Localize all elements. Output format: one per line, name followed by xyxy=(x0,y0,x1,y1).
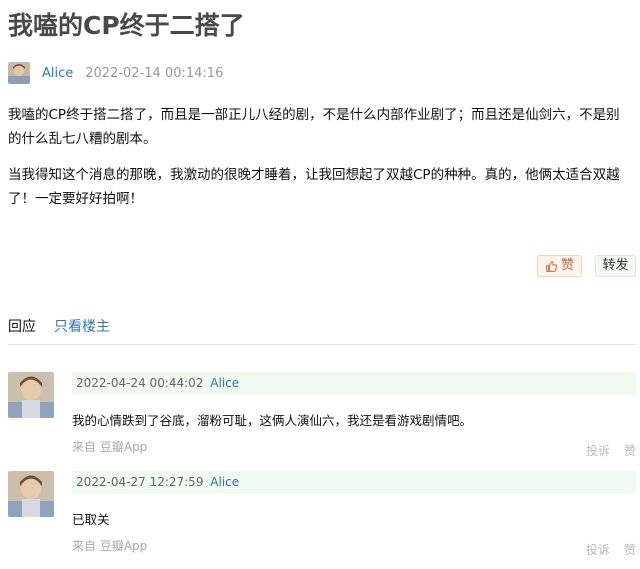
tab-reply[interactable]: 回应 xyxy=(8,316,36,336)
author-avatar[interactable] xyxy=(8,62,30,84)
thumbs-up-icon xyxy=(546,260,558,272)
comment-item: 2022-04-27 12:27:59 Alice 已取关 来自 豆瓣App 投… xyxy=(8,471,636,561)
report-button[interactable]: 投诉 xyxy=(586,541,610,558)
post-datetime: 2022-02-14 00:14:16 xyxy=(85,65,224,81)
comment-datetime: 2022-04-24 00:44:02 xyxy=(76,376,204,390)
comment-like-button[interactable]: 赞 xyxy=(624,442,636,459)
comment-tabs: 回应 只看楼主 xyxy=(8,316,636,345)
comment-header: 2022-04-27 12:27:59 Alice xyxy=(72,471,636,494)
comment-datetime: 2022-04-27 12:27:59 xyxy=(76,475,204,489)
post-title: 我嗑的CP终于二搭了 xyxy=(8,11,245,40)
commenter-avatar[interactable] xyxy=(8,471,54,517)
commenter-avatar[interactable] xyxy=(8,372,54,418)
comment-source: 来自 豆瓣App xyxy=(72,440,148,454)
post-content: 我嗑的CP终于搭二搭了，而且是一部正儿八经的剧，不是什么内部作业剧了；而且还是仙… xyxy=(8,103,630,223)
post-paragraph-2: 当我得知这个消息的那晚，我激动的很晚才睡着，让我回想起了双越CP的种种。真的，他… xyxy=(8,167,620,207)
comment-text: 我的心情跌到了谷底，溜粉可耻，这俩人演仙六，我还是看游戏剧情吧。 xyxy=(72,413,473,428)
comment-header: 2022-04-24 00:44:02 Alice xyxy=(72,372,636,395)
comment-text: 已取关 xyxy=(72,512,110,527)
comment-user-link[interactable]: Alice xyxy=(210,475,239,489)
comment-like-button[interactable]: 赞 xyxy=(624,541,636,558)
post-paragraph-1: 我嗑的CP终于搭二搭了，而且是一部正儿八经的剧，不是什么内部作业剧了；而且还是仙… xyxy=(8,107,620,147)
tab-owner-only[interactable]: 只看楼主 xyxy=(54,316,110,336)
comment-source: 来自 豆瓣App xyxy=(72,539,148,553)
comment-actions: 投诉 赞 xyxy=(586,541,636,558)
share-button[interactable]: 转发 xyxy=(595,255,636,277)
comment-actions: 投诉 赞 xyxy=(586,442,636,459)
report-button[interactable]: 投诉 xyxy=(586,442,610,459)
comment-item: 2022-04-24 00:44:02 Alice 我的心情跌到了谷底，溜粉可耻… xyxy=(8,372,636,462)
share-label: 转发 xyxy=(602,258,629,273)
comment-user-link[interactable]: Alice xyxy=(210,376,239,390)
author-name-link[interactable]: Alice xyxy=(42,66,73,81)
like-button[interactable]: 赞 xyxy=(537,255,582,277)
post-author-line: Alice 2022-02-14 00:14:16 xyxy=(8,60,223,86)
like-label: 赞 xyxy=(560,258,574,273)
